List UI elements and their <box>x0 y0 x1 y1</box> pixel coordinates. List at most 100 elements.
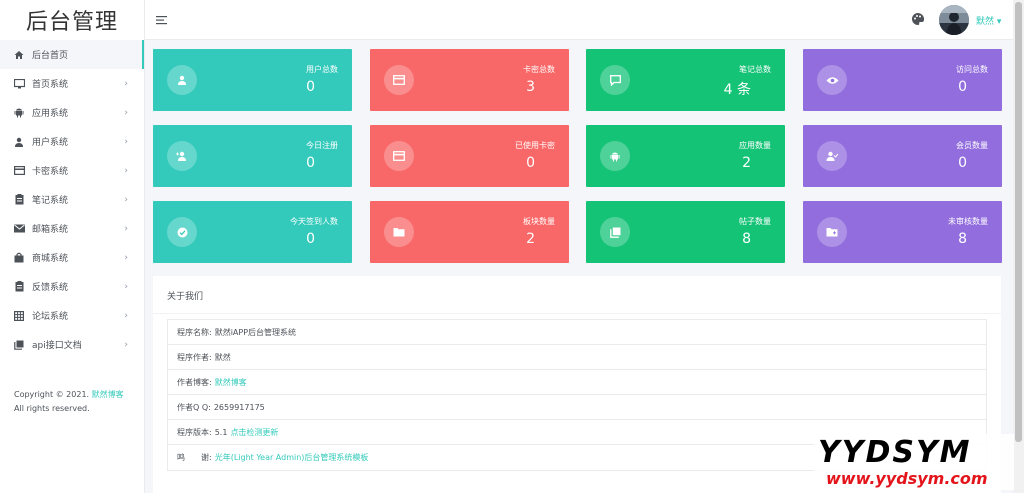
page-scrollbar[interactable] <box>1013 0 1024 493</box>
stat-card-title: 已使用卡密 <box>515 141 555 150</box>
stat-card[interactable]: 卡密总数 3 <box>370 49 569 111</box>
sidebar-item-label: 论坛系统 <box>32 312 69 322</box>
stat-card-title: 用户总数 <box>306 65 338 74</box>
sidebar-item-label: 首页系统 <box>32 80 69 90</box>
info-row-author: 程序作者: 默然 <box>168 345 986 370</box>
palette-icon[interactable] <box>911 12 925 26</box>
stat-card[interactable]: 未审核数量 8 <box>803 201 1002 263</box>
card-icon <box>384 141 414 171</box>
stat-card[interactable]: 已使用卡密 0 <box>370 125 569 187</box>
stat-card-value: 0 <box>306 79 315 95</box>
stat-card-title: 卡密总数 <box>523 65 555 74</box>
card-icon <box>13 165 25 177</box>
username-label: 默然 <box>976 17 995 27</box>
sidebar-item-feedback-system[interactable]: 反馈系统 › <box>0 272 144 301</box>
stat-card-title: 应用数量 <box>739 141 771 150</box>
chevron-right-icon: › <box>124 252 128 263</box>
chevron-right-icon: › <box>124 165 128 176</box>
mail-icon <box>13 223 25 235</box>
folder-icon <box>384 217 414 247</box>
user-plus-icon <box>167 141 197 171</box>
stat-card[interactable]: 帖子数量 8 <box>586 201 785 263</box>
sidebar-item-forum-system[interactable]: 论坛系统 › <box>0 301 144 330</box>
watermark-url: www.yydsym.com <box>826 469 988 488</box>
stat-card[interactable]: 笔记总数 4 条 <box>586 49 785 111</box>
comment-icon <box>600 65 630 95</box>
sidebar-item-label: 应用系统 <box>32 109 69 119</box>
stat-card[interactable]: 今天签到人数 0 <box>153 201 352 263</box>
chevron-right-icon: › <box>124 78 128 89</box>
sidebar-item-home-system[interactable]: 首页系统 › <box>0 69 144 98</box>
stat-card-title: 会员数量 <box>956 141 988 150</box>
monitor-icon <box>13 78 25 90</box>
user-menu[interactable]: 默然 ▾ <box>976 14 1001 27</box>
user-check-icon <box>817 141 847 171</box>
sidebar-item-shop-system[interactable]: 商城系统 › <box>0 243 144 272</box>
sidebar: 后台管理 后台首页 首页系统 › 应用系统 › 用户系统 › 卡密系统 › 笔记… <box>0 0 145 493</box>
sidebar-item-api-docs[interactable]: api接口文档 › <box>0 330 144 359</box>
stat-card-title: 笔记总数 <box>739 65 771 74</box>
sidebar-item-home[interactable]: 后台首页 <box>0 40 144 69</box>
clipboard-icon <box>13 281 25 293</box>
topbar: 默然 ▾ <box>145 0 1013 40</box>
sidebar-item-label: 用户系统 <box>32 138 69 148</box>
chevron-right-icon: › <box>124 281 128 292</box>
watermark-logo: YYDSYM www.yydsym.com <box>814 434 1014 490</box>
stat-card[interactable]: 应用数量 2 <box>586 125 785 187</box>
info-row-qq: 作者Q Q: 2659917175 <box>168 395 986 420</box>
stat-card-value: 0 <box>526 155 535 171</box>
stat-card-value: 0 <box>306 231 315 247</box>
sidebar-item-mail-system[interactable]: 邮箱系统 › <box>0 214 144 243</box>
check-update-link[interactable]: 点击检测更新 <box>230 427 278 438</box>
info-row-program-name: 程序名称: 默然iAPP后台管理系统 <box>168 320 986 345</box>
chevron-right-icon: › <box>124 136 128 147</box>
stat-card[interactable]: 板块数量 2 <box>370 201 569 263</box>
stat-card-value: 0 <box>958 155 967 171</box>
library-icon <box>13 339 25 351</box>
about-title: 关于我们 <box>167 292 204 302</box>
home-icon <box>13 49 25 61</box>
avatar[interactable] <box>939 5 969 35</box>
user-icon <box>167 65 197 95</box>
stat-card[interactable]: 今日注册 0 <box>153 125 352 187</box>
stat-card[interactable]: 用户总数 0 <box>153 49 352 111</box>
user-icon <box>13 136 25 148</box>
chevron-right-icon: › <box>124 310 128 321</box>
stat-card-title: 帖子数量 <box>739 217 771 226</box>
author-blog-link[interactable]: 默然博客 <box>215 377 247 388</box>
chevron-right-icon: › <box>124 107 128 118</box>
stat-card-title: 今日注册 <box>306 141 338 150</box>
app-logo[interactable]: 后台管理 <box>0 0 144 40</box>
stat-card[interactable]: 访问总数 0 <box>803 49 1002 111</box>
stat-card-value: 4 条 <box>723 82 751 98</box>
card-icon <box>384 65 414 95</box>
android-icon <box>600 141 630 171</box>
stat-card-title: 访问总数 <box>956 65 988 74</box>
scrollbar-thumb[interactable] <box>1015 2 1022 442</box>
sidebar-item-card-system[interactable]: 卡密系统 › <box>0 156 144 185</box>
sidebar-item-label: 后台首页 <box>32 51 69 61</box>
sidebar-item-note-system[interactable]: 笔记系统 › <box>0 185 144 214</box>
sidebar-item-label: 邮箱系统 <box>32 225 69 235</box>
stat-card-title: 板块数量 <box>523 217 555 226</box>
sidebar-item-user-system[interactable]: 用户系统 › <box>0 127 144 156</box>
hamburger-icon[interactable] <box>155 13 169 27</box>
chevron-right-icon: › <box>124 194 128 205</box>
shopping-bag-icon <box>13 252 25 264</box>
template-credit-link[interactable]: 光年(Light Year Admin)后台管理系统模板 <box>215 452 369 463</box>
stat-card-value: 2 <box>526 231 535 247</box>
stat-card[interactable]: 会员数量 0 <box>803 125 1002 187</box>
stat-card-value: 0 <box>958 79 967 95</box>
copyright-blog-link[interactable]: 默然博客 <box>92 390 124 399</box>
sidebar-item-label: 商城系统 <box>32 254 69 264</box>
library-icon <box>600 217 630 247</box>
sidebar-item-label: api接口文档 <box>32 341 82 351</box>
android-icon <box>13 107 25 119</box>
chevron-right-icon: › <box>124 339 128 350</box>
stat-card-value: 3 <box>526 79 535 95</box>
divider <box>153 313 1001 314</box>
sidebar-item-app-system[interactable]: 应用系统 › <box>0 98 144 127</box>
folder-plus-icon <box>817 217 847 247</box>
sidebar-nav: 后台首页 首页系统 › 应用系统 › 用户系统 › 卡密系统 › 笔记系统 › … <box>0 40 144 359</box>
stat-card-value: 0 <box>306 155 315 171</box>
